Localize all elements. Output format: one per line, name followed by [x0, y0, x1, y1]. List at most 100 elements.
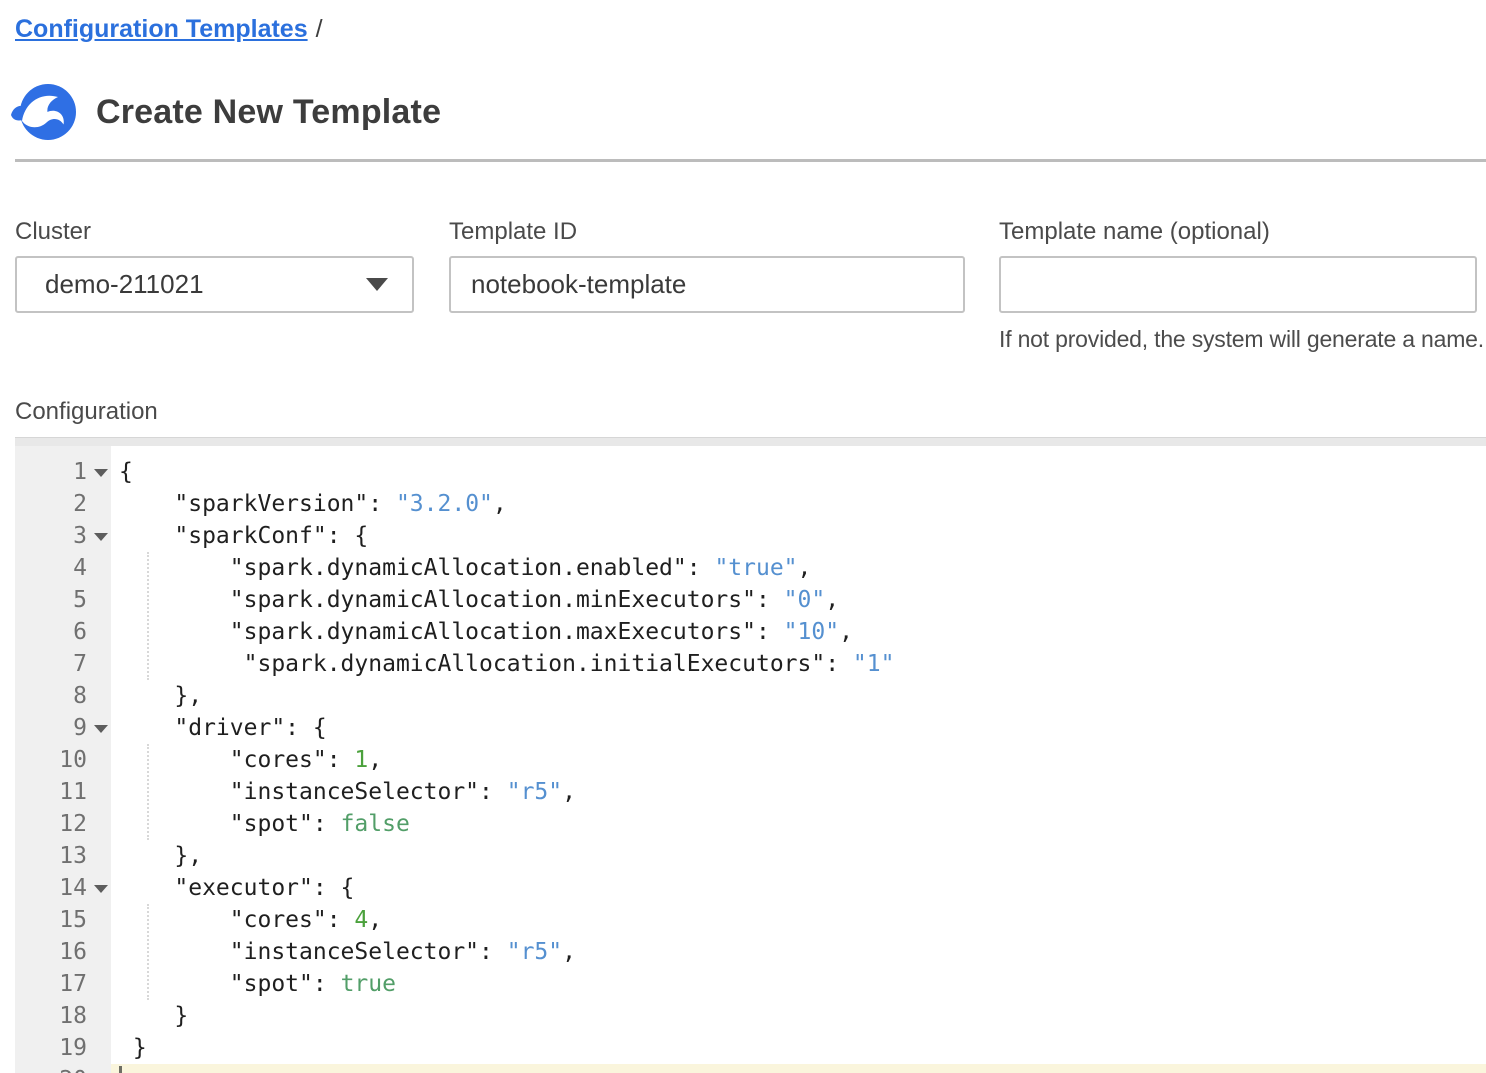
code-token: true	[341, 971, 396, 997]
fold-toggle-icon[interactable]	[94, 469, 108, 477]
line-number: 5	[15, 584, 111, 616]
code-token: "true"	[714, 555, 797, 581]
editor-line: 11 "instanceSelector": "r5",	[15, 776, 1486, 808]
code-token: ,	[798, 555, 812, 581]
code-line[interactable]: "sparkVersion": "3.2.0",	[111, 488, 1486, 520]
template-name-label: Template name (optional)	[999, 217, 1477, 247]
code-token: "instanceSelector":	[119, 779, 507, 805]
code-token: ,	[839, 619, 853, 645]
cluster-label: Cluster	[15, 217, 414, 247]
line-number: 2	[15, 488, 111, 520]
line-number: 18	[15, 1000, 111, 1032]
fold-toggle-icon[interactable]	[94, 533, 108, 541]
line-number: 9	[15, 712, 111, 744]
editor-line: 14 "executor": {	[15, 872, 1486, 904]
fold-toggle-icon[interactable]	[94, 725, 108, 733]
editor-line: 12 "spot": false	[15, 808, 1486, 840]
code-line[interactable]: "driver": {	[111, 712, 1486, 744]
code-token: "3.2.0"	[396, 491, 493, 517]
template-form: Cluster demo-211021 Template ID Template…	[15, 217, 1486, 353]
code-token: 1	[354, 747, 368, 773]
ocean-wave-logo	[10, 81, 78, 143]
text-cursor	[119, 1066, 122, 1073]
code-line[interactable]: "cores": 4,	[111, 904, 1486, 936]
code-line-active[interactable]	[111, 1064, 1486, 1073]
editor-line: 7 "spark.dynamicAllocation.initialExecut…	[15, 648, 1486, 680]
code-token: "10"	[784, 619, 839, 645]
line-number: 7	[15, 648, 111, 680]
code-token: "spark.dynamicAllocation.enabled":	[119, 555, 714, 581]
code-token: },	[119, 683, 202, 709]
line-number: 15	[15, 904, 111, 936]
line-number: 16	[15, 936, 111, 968]
code-token: "cores":	[119, 907, 354, 933]
code-token: "cores":	[119, 747, 354, 773]
breadcrumb-link-configuration-templates[interactable]: Configuration Templates	[15, 15, 308, 43]
code-token: ,	[368, 747, 382, 773]
editor-line: 9 "driver": {	[15, 712, 1486, 744]
code-line[interactable]: "instanceSelector": "r5",	[111, 936, 1486, 968]
editor-line: 15 "cores": 4,	[15, 904, 1486, 936]
breadcrumb: Configuration Templates/	[0, 0, 1486, 44]
code-line[interactable]: "executor": {	[111, 872, 1486, 904]
fold-toggle-icon[interactable]	[94, 885, 108, 893]
cluster-select-value: demo-211021	[45, 269, 366, 300]
code-line[interactable]: "instanceSelector": "r5",	[111, 776, 1486, 808]
code-token: "driver": {	[119, 715, 327, 741]
editor-line: 4 "spark.dynamicAllocation.enabled": "tr…	[15, 552, 1486, 584]
code-line[interactable]: {	[111, 456, 1486, 488]
create-template-page: Configuration Templates/ Create New Temp…	[0, 0, 1486, 1073]
code-token: ,	[562, 779, 576, 805]
caret-down-icon	[366, 278, 388, 291]
editor-line: 8 },	[15, 680, 1486, 712]
editor-line: 19 }	[15, 1032, 1486, 1064]
template-name-field: Template name (optional) If not provided…	[999, 217, 1477, 353]
code-line[interactable]: "cores": 1,	[111, 744, 1486, 776]
line-number: 4	[15, 552, 111, 584]
template-name-input[interactable]	[999, 256, 1477, 313]
template-name-helper-text: If not provided, the system will generat…	[999, 326, 1477, 353]
code-token: "spark.dynamicAllocation.minExecutors":	[119, 587, 784, 613]
editor-line: 2 "sparkVersion": "3.2.0",	[15, 488, 1486, 520]
code-token: {	[119, 459, 133, 485]
code-token: "1"	[853, 651, 895, 677]
code-line[interactable]: "spark.dynamicAllocation.maxExecutors": …	[111, 616, 1486, 648]
code-token: "r5"	[507, 779, 562, 805]
template-id-input[interactable]	[449, 256, 965, 313]
line-number: 20	[15, 1064, 111, 1073]
code-token: "0"	[784, 587, 826, 613]
code-token: },	[119, 843, 202, 869]
line-number: 14	[15, 872, 111, 904]
line-number: 12	[15, 808, 111, 840]
template-id-label: Template ID	[449, 217, 965, 247]
code-token: }	[119, 1003, 188, 1029]
code-line[interactable]: "spot": false	[111, 808, 1486, 840]
editor-line: 16 "instanceSelector": "r5",	[15, 936, 1486, 968]
code-line[interactable]: "spark.dynamicAllocation.minExecutors": …	[111, 584, 1486, 616]
code-line[interactable]: "spark.dynamicAllocation.initialExecutor…	[111, 648, 1486, 680]
line-number: 8	[15, 680, 111, 712]
code-line[interactable]: "spot": true	[111, 968, 1486, 1000]
code-line[interactable]: }	[111, 1000, 1486, 1032]
line-number: 1	[15, 456, 111, 488]
editor-line: 17 "spot": true	[15, 968, 1486, 1000]
code-token: "spot":	[119, 811, 341, 837]
code-editor-body[interactable]: 1 {2 "sparkVersion": "3.2.0",3 "sparkConf…	[15, 446, 1486, 1073]
line-number: 19	[15, 1032, 111, 1064]
line-number: 17	[15, 968, 111, 1000]
line-number: 10	[15, 744, 111, 776]
line-number: 3	[15, 520, 111, 552]
code-line[interactable]: },	[111, 840, 1486, 872]
code-line[interactable]: }	[111, 1032, 1486, 1064]
editor-top-strip	[15, 437, 1486, 446]
configuration-code-editor: 1 {2 "sparkVersion": "3.2.0",3 "sparkConf…	[15, 437, 1486, 1073]
cluster-select[interactable]: demo-211021	[15, 256, 414, 313]
editor-line: 13 },	[15, 840, 1486, 872]
code-token: 4	[354, 907, 368, 933]
code-line[interactable]: "sparkConf": {	[111, 520, 1486, 552]
configuration-label: Configuration	[15, 397, 1486, 427]
code-token: false	[341, 811, 410, 837]
code-line[interactable]: "spark.dynamicAllocation.enabled": "true…	[111, 552, 1486, 584]
line-number: 13	[15, 840, 111, 872]
code-line[interactable]: },	[111, 680, 1486, 712]
